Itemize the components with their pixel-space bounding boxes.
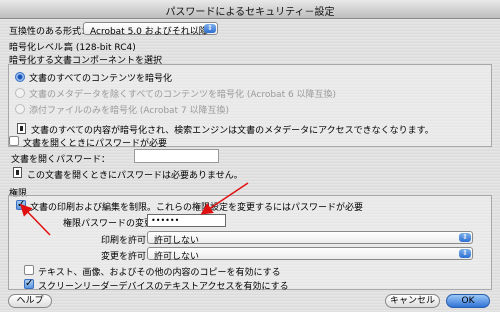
arrow-to-restrict-checkbox [19, 203, 51, 236]
annotation-arrows [19, 182, 249, 236]
arrow-to-password [200, 182, 249, 215]
